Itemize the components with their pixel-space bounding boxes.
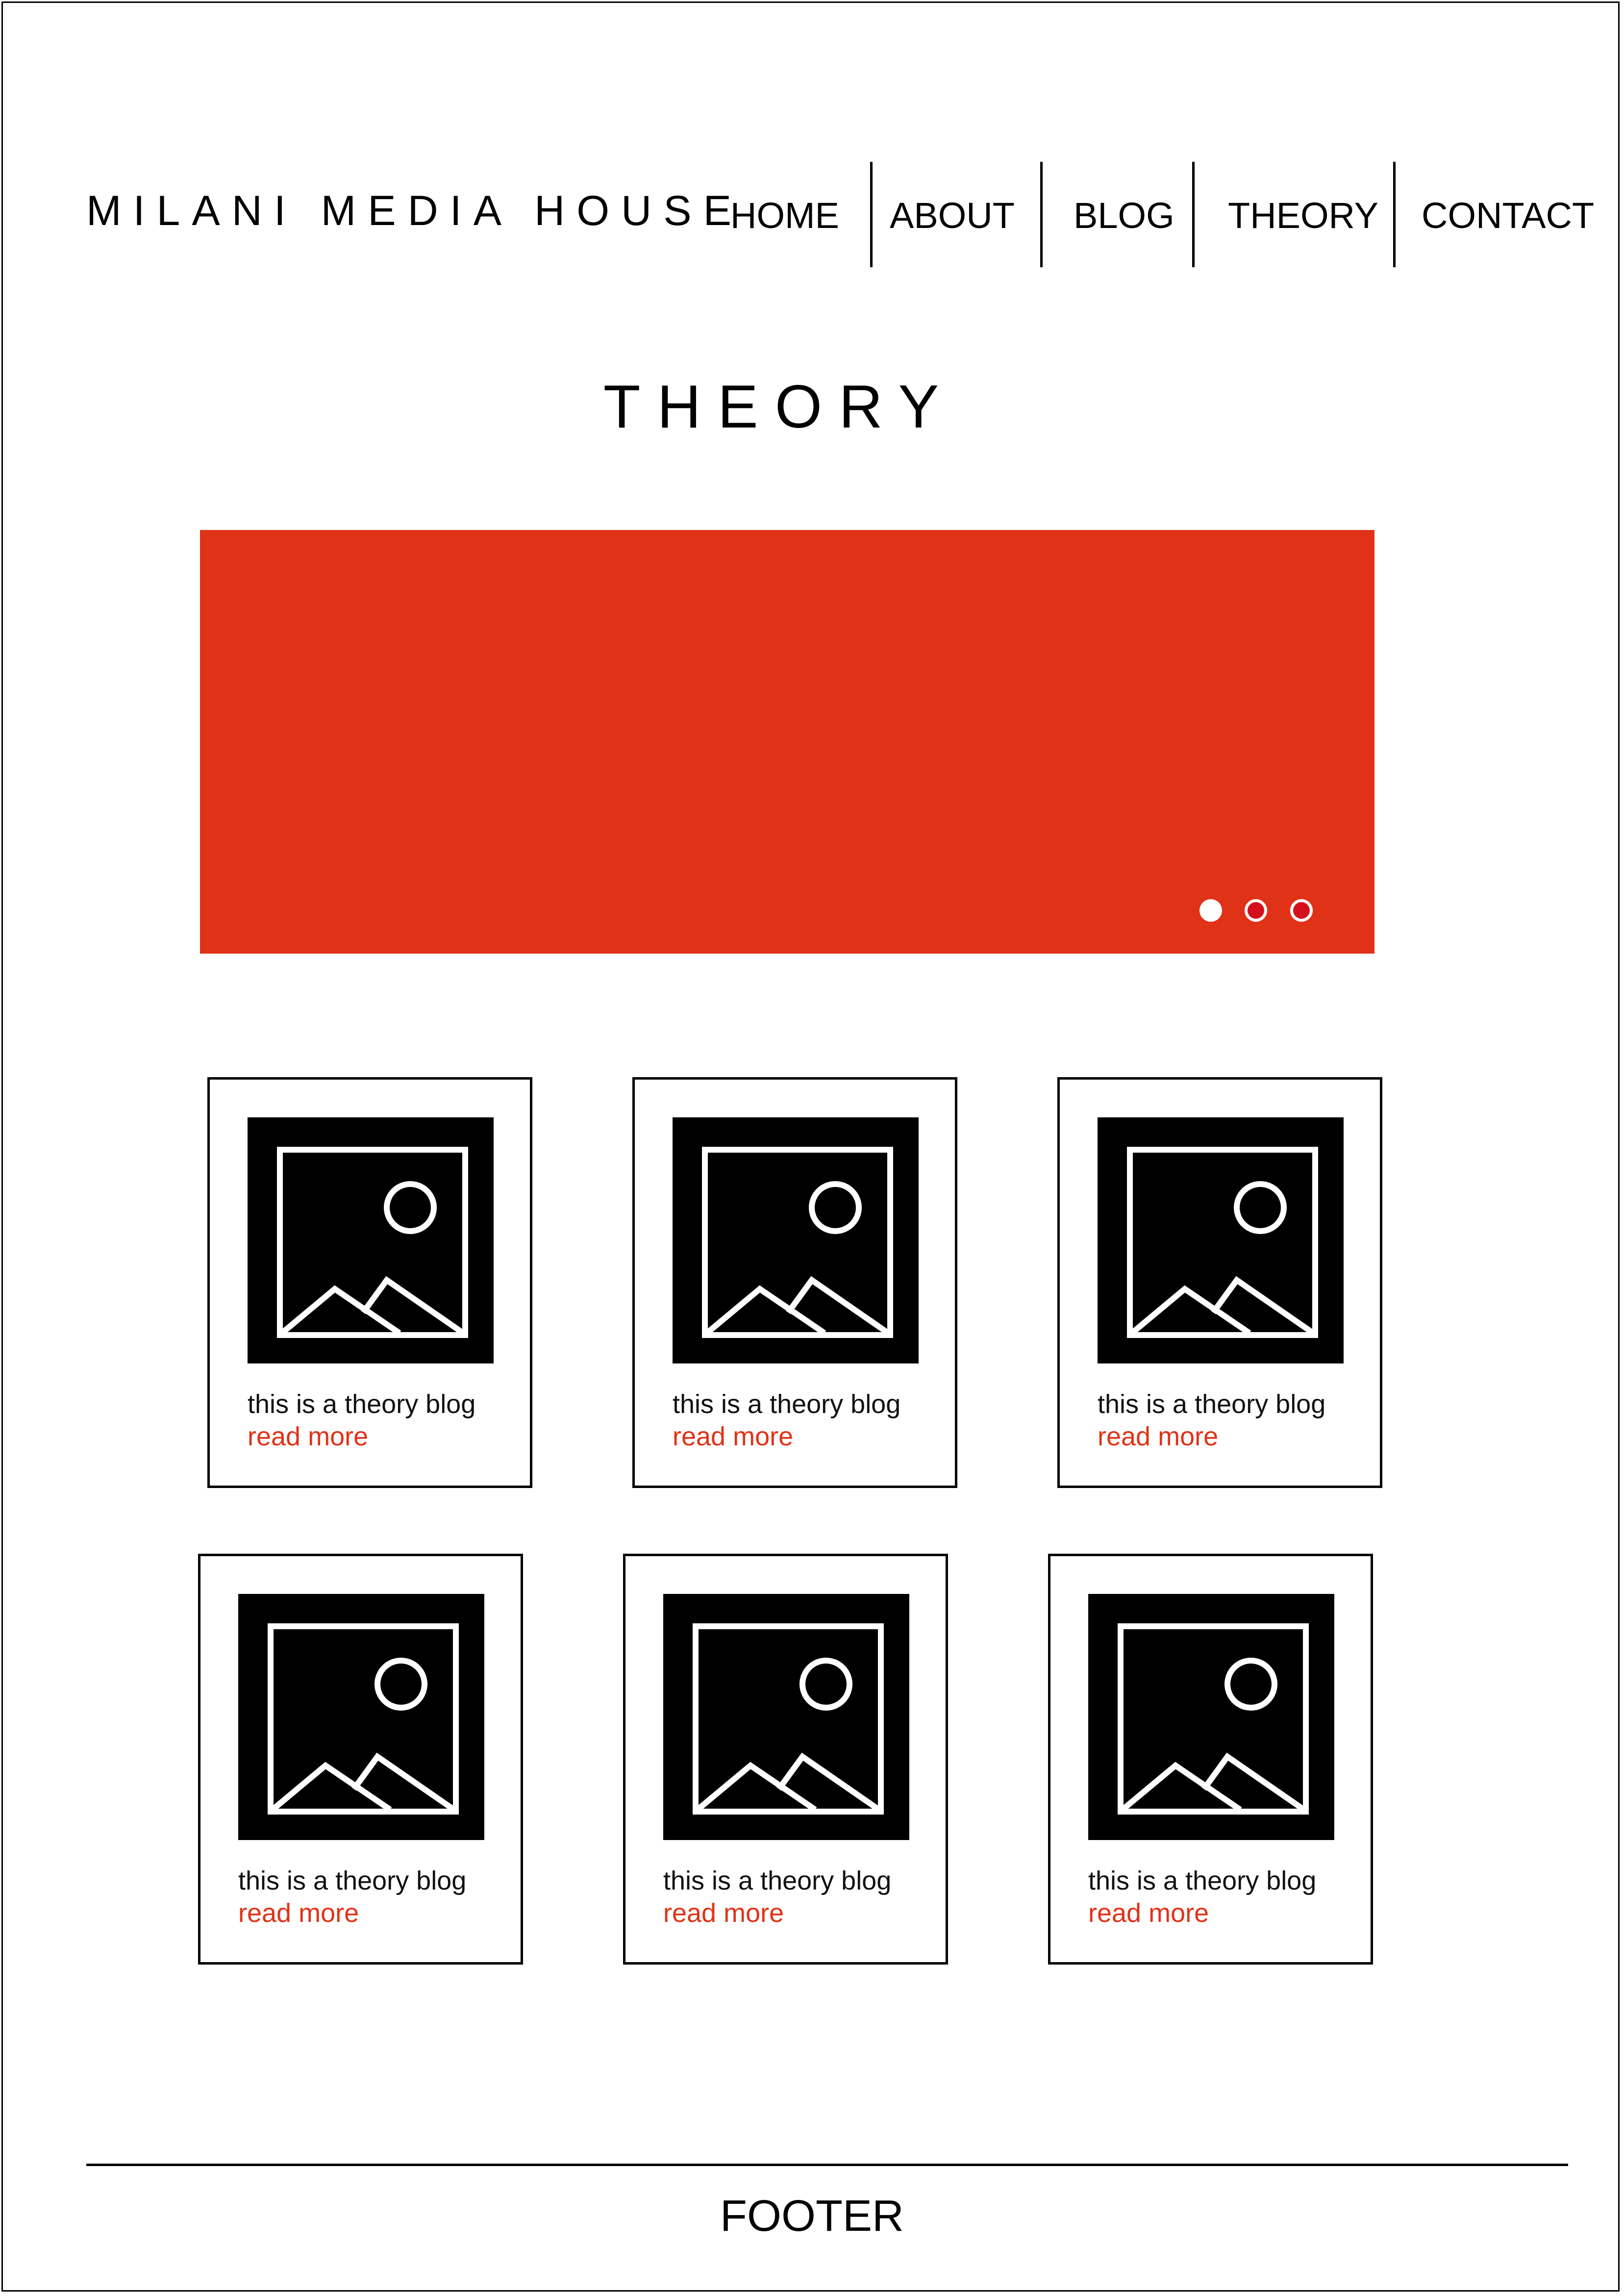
slider-dot-1[interactable] <box>1199 899 1222 922</box>
nav-divider <box>1393 162 1396 267</box>
read-more-link[interactable]: read more <box>1088 1897 1209 1929</box>
image-placeholder-icon <box>1098 1117 1344 1363</box>
slider-dot-2[interactable] <box>1245 899 1267 922</box>
read-more-link[interactable]: read more <box>238 1897 359 1929</box>
image-placeholder-icon <box>248 1117 494 1363</box>
footer-divider <box>86 2164 1568 2166</box>
post-title: this is a theory blog <box>1098 1389 1326 1419</box>
nav-item-theory[interactable]: THEORY <box>1228 191 1378 240</box>
post-title: this is a theory blog <box>238 1866 467 1895</box>
post-title: this is a theory blog <box>1088 1866 1317 1895</box>
image-placeholder-icon <box>663 1594 909 1840</box>
post-title: this is a theory blog <box>663 1866 892 1895</box>
site-logo[interactable]: MILANI MEDIA HOUSE <box>86 186 743 235</box>
nav-item-about[interactable]: ABOUT <box>890 191 1015 240</box>
post-card[interactable]: this is a theory blog read more <box>632 1077 957 1488</box>
read-more-link[interactable]: read more <box>248 1421 368 1452</box>
nav-divider <box>870 162 873 267</box>
nav-divider <box>1040 162 1043 267</box>
post-card[interactable]: this is a theory blog read more <box>1048 1554 1373 1965</box>
image-placeholder-icon <box>238 1594 484 1840</box>
post-card[interactable]: this is a theory blog read more <box>1057 1077 1382 1488</box>
post-title: this is a theory blog <box>673 1389 901 1419</box>
nav-item-home[interactable]: HOME <box>730 191 839 240</box>
footer: FOOTER <box>720 2192 904 2241</box>
post-card[interactable]: this is a theory blog read more <box>207 1077 532 1488</box>
page-title: THEORY <box>603 373 956 441</box>
nav-divider <box>1192 162 1195 267</box>
read-more-link[interactable]: read more <box>663 1897 784 1929</box>
slider-dot-3[interactable] <box>1290 899 1313 922</box>
post-card[interactable]: this is a theory blog read more <box>198 1554 523 1965</box>
nav-item-blog[interactable]: BLOG <box>1074 191 1174 240</box>
hero-slider[interactable] <box>200 530 1374 954</box>
read-more-link[interactable]: read more <box>1098 1421 1218 1452</box>
nav-item-contact[interactable]: CONTACT <box>1422 191 1594 240</box>
post-title: this is a theory blog <box>248 1389 476 1419</box>
read-more-link[interactable]: read more <box>673 1421 793 1452</box>
post-card[interactable]: this is a theory blog read more <box>623 1554 948 1965</box>
image-placeholder-icon <box>1088 1594 1334 1840</box>
image-placeholder-icon <box>673 1117 919 1363</box>
